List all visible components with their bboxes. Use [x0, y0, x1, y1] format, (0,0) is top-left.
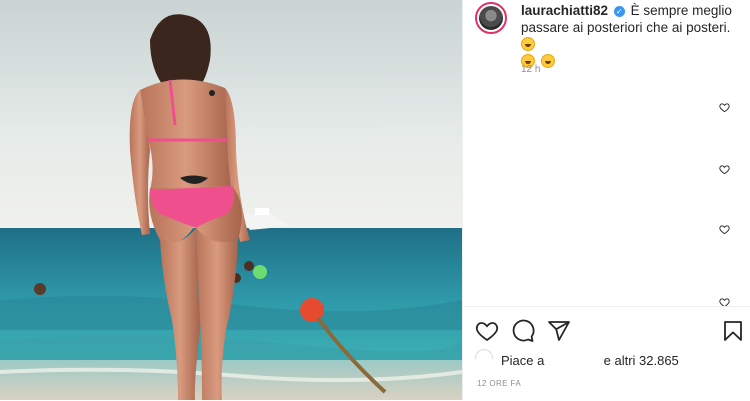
post-timestamp[interactable]: 12 ORE FA: [477, 379, 521, 388]
liker-avatar[interactable]: [475, 349, 493, 359]
laughing-emoji-icon: [540, 54, 555, 68]
post-photo[interactable]: [0, 0, 462, 400]
heart-icon[interactable]: [475, 319, 499, 343]
action-bar: Piace a e altri 32.865 12 ORE FA: [463, 306, 750, 401]
small-heart-icon[interactable]: [719, 102, 730, 113]
small-heart-icon[interactable]: [719, 164, 730, 175]
small-heart-icon[interactable]: [719, 224, 730, 235]
laughing-emoji-icon: [521, 37, 535, 51]
caption: laurachiatti82 ✓ È sempre meglio passare…: [521, 2, 736, 70]
paper-plane-icon[interactable]: [547, 319, 571, 343]
verified-badge-icon: ✓: [613, 6, 625, 17]
username-link[interactable]: laurachiatti82: [521, 3, 608, 18]
caption-row: laurachiatti82 ✓ È sempre meglio passare…: [475, 2, 745, 70]
comment-icon[interactable]: [511, 319, 535, 343]
caption-timestamp[interactable]: 12 h: [521, 64, 540, 75]
instagram-post: laurachiatti82 ✓ È sempre meglio passare…: [0, 0, 750, 400]
post-sidebar: laurachiatti82 ✓ È sempre meglio passare…: [462, 0, 750, 400]
likes-count[interactable]: Piace a e altri 32.865: [501, 353, 679, 368]
beach-photo: [0, 0, 462, 400]
bookmark-icon[interactable]: [721, 319, 745, 343]
avatar-image: [479, 6, 503, 30]
likes-prefix: Piace a: [501, 353, 545, 368]
avatar[interactable]: [475, 2, 507, 34]
likes-suffix: e altri 32.865: [603, 353, 679, 368]
